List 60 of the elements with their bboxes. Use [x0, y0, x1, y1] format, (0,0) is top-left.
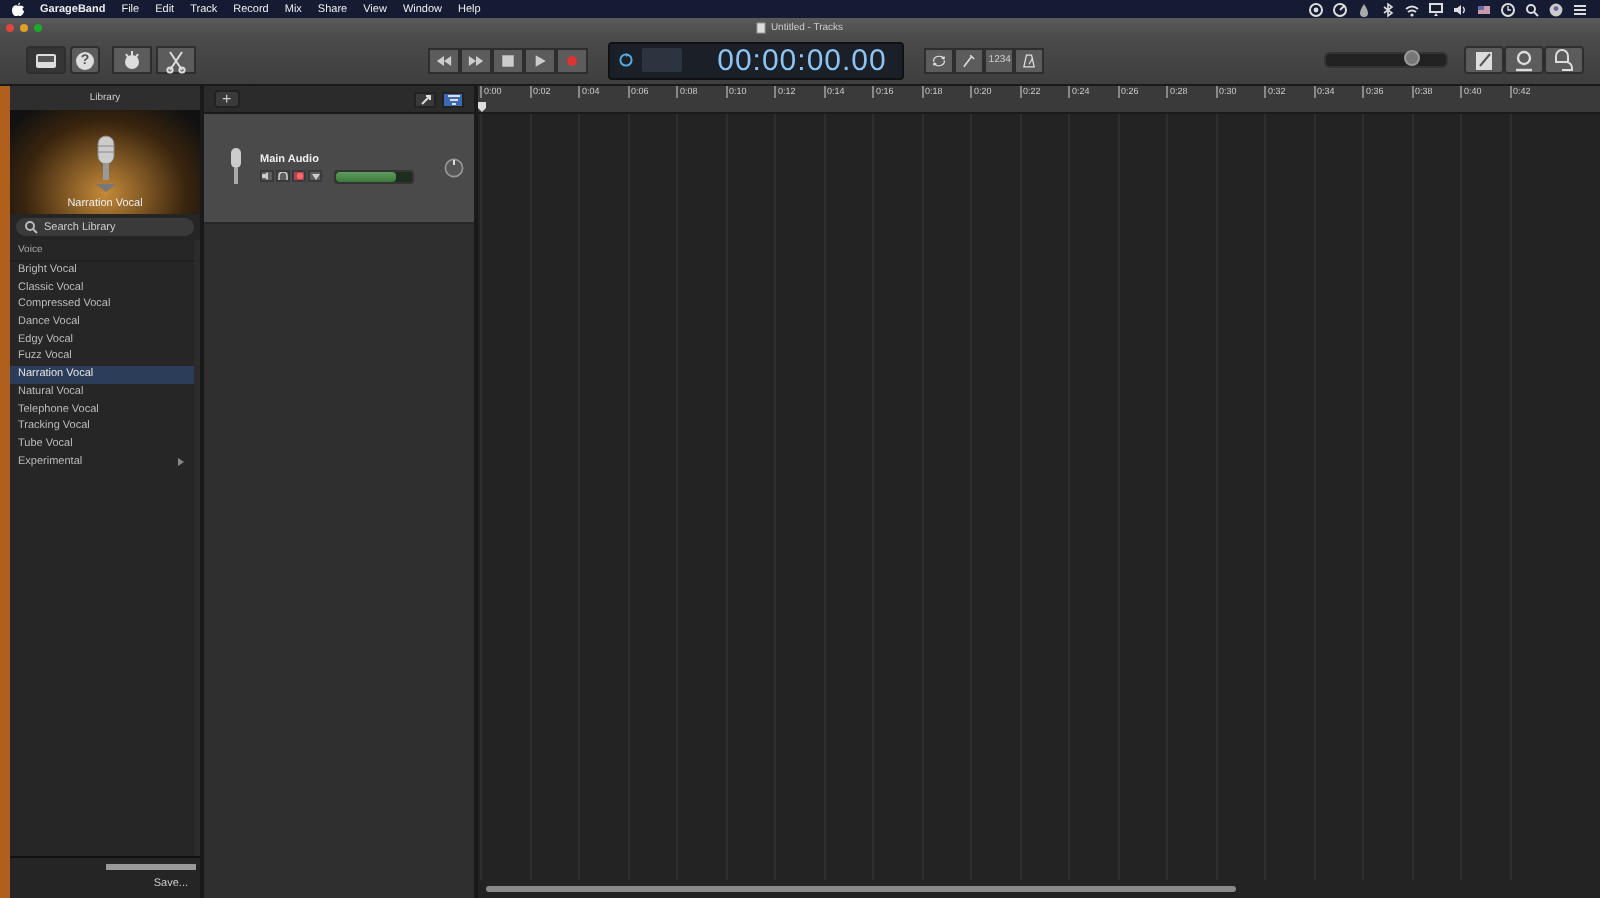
headphones-icon: [278, 172, 288, 180]
chevron-icon: [178, 457, 184, 466]
user-icon[interactable]: [1548, 1, 1564, 17]
stop-icon: [498, 49, 519, 71]
list-icon[interactable]: [1572, 1, 1588, 17]
catch-icon: [417, 91, 433, 107]
search-icon[interactable]: [1524, 1, 1540, 17]
slider-thumb[interactable]: [1404, 50, 1421, 66]
drop-icon[interactable]: [1356, 1, 1372, 17]
play-button[interactable]: [524, 47, 557, 73]
search-icon: [24, 220, 38, 234]
clock-icon[interactable]: [1500, 1, 1516, 17]
solo-button[interactable]: [276, 170, 290, 182]
caret-icon: [311, 173, 319, 179]
microphone-icon: [228, 148, 244, 188]
browser-icon: [1550, 47, 1578, 73]
catch-button[interactable]: [414, 91, 436, 107]
flag-icon[interactable]: [1476, 1, 1492, 17]
pan-knob-icon[interactable]: [444, 158, 464, 178]
record-icon: [295, 172, 303, 180]
minimize-button[interactable]: [20, 23, 28, 31]
stop-button[interactable]: [492, 47, 525, 73]
add-track-button[interactable]: +: [214, 90, 240, 108]
notepad-icon: [1470, 47, 1498, 73]
sync-icon[interactable]: [1308, 1, 1324, 17]
loop-icon: [1510, 47, 1538, 73]
speaker-icon: [262, 172, 272, 180]
display-icon[interactable]: [1428, 1, 1444, 17]
document-icon: [756, 21, 767, 33]
microphone-icon: [91, 134, 119, 194]
library-button[interactable]: [26, 46, 66, 74]
volume-slider[interactable]: [334, 169, 414, 183]
tuner-button[interactable]: [954, 47, 985, 73]
fast-forward-button[interactable]: [460, 47, 493, 73]
scissors-icon: [162, 47, 190, 73]
cycle-button[interactable]: [924, 47, 955, 73]
scrollbar[interactable]: [106, 864, 196, 870]
rewind-button[interactable]: [428, 47, 461, 73]
filter-icon: [445, 91, 461, 107]
filter-button[interactable]: [442, 91, 464, 107]
timer-icon[interactable]: [1332, 1, 1348, 17]
lcd-segment-drawing: [642, 48, 683, 72]
time-readout: 00:00:00.00: [717, 43, 887, 77]
smart-controls-button[interactable]: [112, 46, 152, 74]
notepad-button[interactable]: [1464, 46, 1504, 74]
bluetooth-icon[interactable]: [1380, 1, 1396, 17]
cycle-icon: [618, 52, 635, 68]
zoom-button[interactable]: [34, 23, 42, 31]
scrollbar[interactable]: [486, 886, 1236, 892]
master-volume-slider[interactable]: [1324, 52, 1448, 68]
metronome-button[interactable]: [1014, 47, 1045, 73]
loop-button[interactable]: [1504, 46, 1544, 74]
apple-logo-icon[interactable]: [12, 2, 24, 16]
speaker-icon[interactable]: [1452, 1, 1468, 17]
wifi-icon[interactable]: [1404, 1, 1420, 17]
record-enable-button[interactable]: [292, 170, 306, 182]
input-menu-button[interactable]: [308, 170, 322, 182]
scissors-button[interactable]: [156, 46, 196, 74]
browser-button[interactable]: [1544, 46, 1584, 74]
mute-button[interactable]: [260, 170, 274, 182]
